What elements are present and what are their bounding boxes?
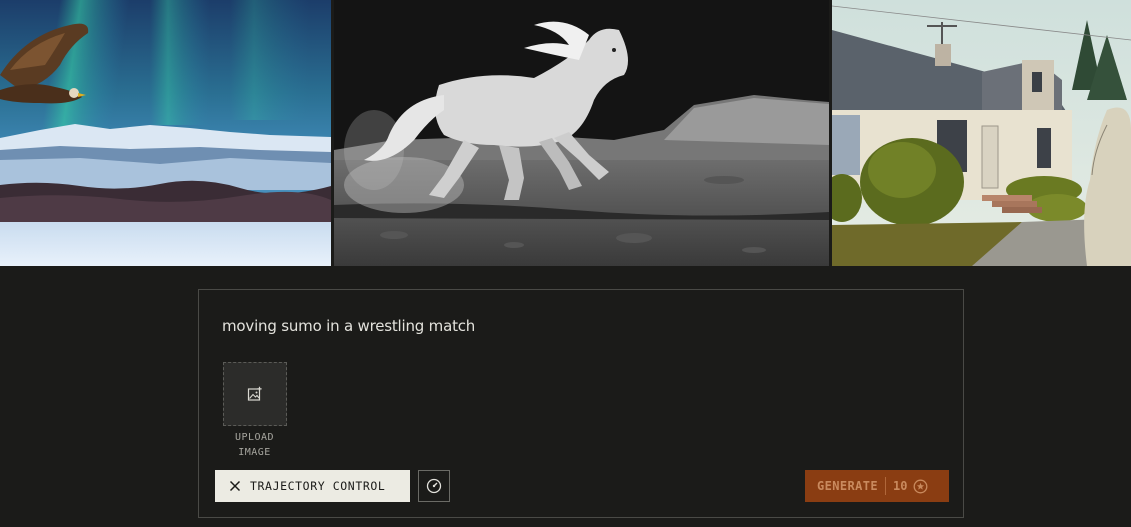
prompt-input[interactable]: moving sumo in a wrestling match <box>222 317 475 335</box>
generate-button[interactable]: GENERATE 10 <box>805 470 949 502</box>
gallery-tile-horse[interactable] <box>334 0 829 266</box>
suburban-house-image <box>832 0 1131 266</box>
example-gallery <box>0 0 1131 266</box>
image-add-icon <box>247 386 262 401</box>
white-horse-moon-image <box>334 0 829 266</box>
upload-image-label: UPLOAD IMAGE <box>213 430 296 460</box>
upload-label-line2: IMAGE <box>238 447 271 458</box>
trajectory-control-chip[interactable]: TRAJECTORY CONTROL <box>215 470 410 502</box>
upload-image-button[interactable] <box>223 362 287 426</box>
upload-label-line1: UPLOAD <box>234 432 275 443</box>
coin-icon <box>914 479 928 493</box>
generate-label: GENERATE <box>817 479 878 493</box>
eagle-aurora-image <box>0 0 331 266</box>
generate-divider <box>885 477 886 495</box>
trajectory-control-label: TRAJECTORY CONTROL <box>250 479 386 493</box>
close-icon[interactable] <box>228 479 242 493</box>
gallery-tile-house[interactable] <box>832 0 1131 266</box>
prompt-composer: moving sumo in a wrestling match UPLOAD … <box>198 289 964 518</box>
generate-cost: 10 <box>893 479 908 493</box>
gallery-tile-eagle[interactable] <box>0 0 331 266</box>
motion-settings-button[interactable] <box>418 470 450 502</box>
gauge-icon <box>426 478 442 494</box>
